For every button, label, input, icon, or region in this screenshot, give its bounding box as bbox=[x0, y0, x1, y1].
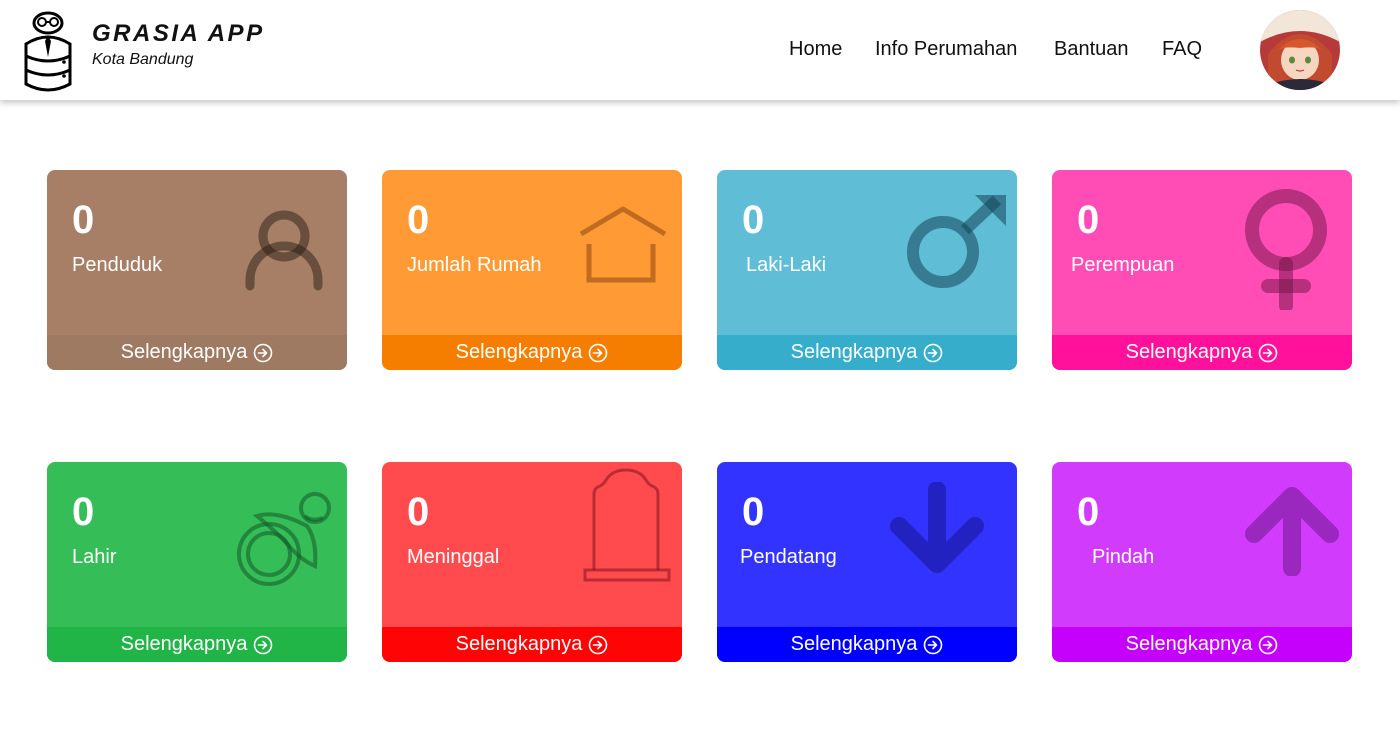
card-count: 0 bbox=[1077, 198, 1100, 242]
arrow-circle-right-icon bbox=[254, 343, 273, 362]
more-link-penduduk[interactable]: Selengkapnya bbox=[47, 335, 347, 370]
card-perempuan: 0 Perempuan Selengkapnya bbox=[1052, 170, 1352, 370]
arrow-circle-right-icon bbox=[924, 343, 943, 362]
card-jumlah-rumah: 0 Jumlah Rumah Selengkapnya bbox=[382, 170, 682, 370]
male-icon bbox=[907, 195, 1006, 288]
arrow-circle-right-icon bbox=[1259, 635, 1278, 654]
more-link-label: Selengkapnya bbox=[1125, 633, 1253, 655]
nav-bantuan[interactable]: Bantuan bbox=[1054, 38, 1129, 61]
card-label: Jumlah Rumah bbox=[407, 254, 542, 276]
card-label: Pendatang bbox=[740, 546, 837, 568]
card-count: 0 bbox=[72, 198, 95, 242]
arrow-circle-right-icon bbox=[589, 343, 608, 362]
arrow-up-icon bbox=[1245, 487, 1339, 576]
card-lahir: 0 Lahir Selengkapnya bbox=[47, 462, 347, 662]
card-count: 0 bbox=[407, 198, 430, 242]
card-laki-laki: 0 Laki-Laki Selengkapnya bbox=[717, 170, 1017, 370]
pacifier-icon bbox=[237, 492, 331, 586]
more-link-label: Selengkapnya bbox=[1125, 341, 1253, 363]
card-label: Laki-Laki bbox=[746, 254, 827, 276]
card-count: 0 bbox=[72, 490, 95, 534]
app-subtitle: Kota Bandung bbox=[92, 51, 194, 68]
card-label: Pindah bbox=[1092, 546, 1155, 568]
arrow-down-icon bbox=[890, 482, 984, 573]
robot-database-icon bbox=[24, 11, 72, 92]
arrow-circle-right-icon bbox=[1259, 343, 1278, 362]
more-link-jumlah-rumah[interactable]: Selengkapnya bbox=[382, 335, 682, 370]
more-link-label: Selengkapnya bbox=[120, 341, 248, 363]
user-avatar[interactable] bbox=[1260, 10, 1340, 90]
card-pendatang: 0 Pendatang Selengkapnya bbox=[717, 462, 1017, 662]
card-count: 0 bbox=[407, 490, 430, 534]
card-meninggal: 0 Meninggal Selengkapnya bbox=[382, 462, 682, 662]
house-icon bbox=[579, 206, 667, 283]
nav-home[interactable]: Home bbox=[789, 38, 842, 61]
more-link-meninggal[interactable]: Selengkapnya bbox=[382, 627, 682, 662]
card-count: 0 bbox=[742, 490, 765, 534]
nav-faq[interactable]: FAQ bbox=[1162, 38, 1202, 61]
more-link-pindah[interactable]: Selengkapnya bbox=[1052, 627, 1352, 662]
more-link-laki-laki[interactable]: Selengkapnya bbox=[717, 335, 1017, 370]
more-link-label: Selengkapnya bbox=[790, 341, 918, 363]
card-label: Penduduk bbox=[72, 254, 163, 276]
more-link-label: Selengkapnya bbox=[455, 633, 583, 655]
more-link-lahir[interactable]: Selengkapnya bbox=[47, 627, 347, 662]
arrow-circle-right-icon bbox=[254, 635, 273, 654]
card-label: Lahir bbox=[72, 546, 117, 568]
arrow-circle-right-icon bbox=[589, 635, 608, 654]
card-count: 0 bbox=[742, 198, 765, 242]
app-title: GRASIA APP bbox=[92, 20, 265, 47]
tombstone-icon bbox=[583, 468, 671, 582]
more-link-label: Selengkapnya bbox=[790, 633, 918, 655]
more-link-pendatang[interactable]: Selengkapnya bbox=[717, 627, 1017, 662]
card-pindah: 0 Pindah Selengkapnya bbox=[1052, 462, 1352, 662]
more-link-label: Selengkapnya bbox=[455, 341, 583, 363]
card-label: Perempuan bbox=[1071, 254, 1175, 276]
user-icon bbox=[245, 210, 323, 291]
more-link-perempuan[interactable]: Selengkapnya bbox=[1052, 335, 1352, 370]
arrow-circle-right-icon bbox=[924, 635, 943, 654]
top-navbar: GRASIA APP Kota Bandung Home Info Peruma… bbox=[0, 0, 1400, 100]
card-penduduk: 0 Penduduk Selengkapnya bbox=[47, 170, 347, 370]
female-icon bbox=[1245, 189, 1327, 310]
card-label: Meninggal bbox=[407, 546, 500, 568]
avatar-image bbox=[1260, 10, 1340, 90]
card-count: 0 bbox=[1077, 490, 1100, 534]
more-link-label: Selengkapnya bbox=[120, 633, 248, 655]
nav-info-perumahan[interactable]: Info Perumahan bbox=[875, 38, 1017, 61]
